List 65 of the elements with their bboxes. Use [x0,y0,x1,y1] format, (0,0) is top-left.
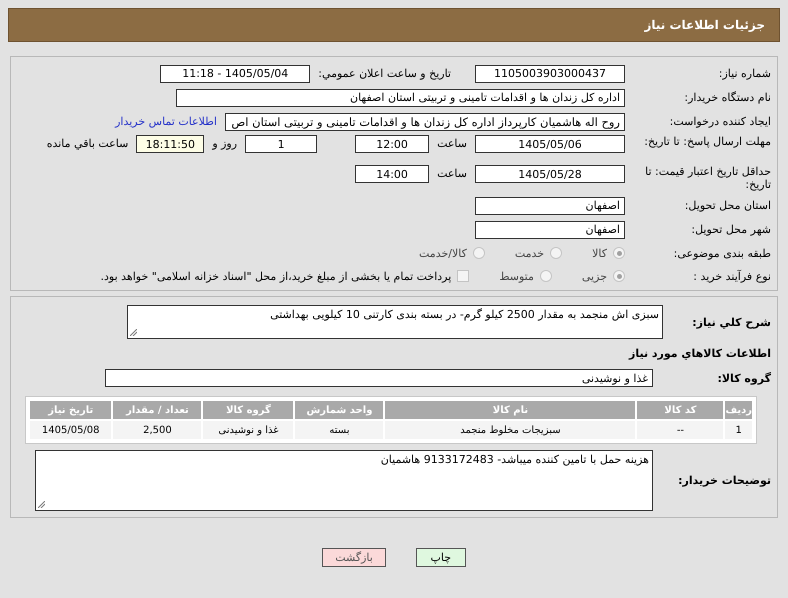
option-label: خدمت [514,246,544,260]
radio-button[interactable] [613,247,625,259]
goods-group-field: غذا و نوشیدنی [105,369,653,387]
column-header: تعداد / مقدار [113,401,202,419]
option-label: کالا/خدمت [419,246,467,260]
table-cell: 1 [725,421,752,439]
column-header: ردیف [725,401,752,419]
field-label: ایجاد کننده درخواست: [668,115,771,128]
field-label: تاریخ و ساعت اعلان عمومي: [318,67,451,80]
field-label: روز و [212,137,238,150]
radio-button[interactable] [472,247,485,259]
buyer-contact-link[interactable]: اطلاعات تماس خریدار [115,115,217,128]
field-label: طبقه بندی موضوعی: [672,246,771,260]
table-cell: بسته [295,421,384,439]
announce-date-field: 1405/05/04 - 11:18 [160,64,310,82]
validity-time-field: 14:00 [355,165,430,183]
table-cell: 1405/05/08 [30,421,112,439]
field-label: گروه کالا: [716,372,771,384]
checkbox[interactable] [457,270,470,282]
table-cell: غذا و نوشیدنی [203,421,294,439]
table-cell: 2,500 [113,421,202,439]
page-title: جزئیات اطلاعات نیاز [644,18,765,32]
field-label: ساعت [437,137,467,150]
field-label: حداقل تاریخ اعتبار قیمت: تا تاریخ: [644,165,771,191]
requester-field: روح اله هاشمیان کارپرداز اداره کل زندان ها و اقدامات تامینی و تربیتی استان اص [225,112,625,130]
field-label: ساعت [437,167,467,180]
column-header: کد کالا [637,401,724,419]
table-cell: -- [637,421,724,439]
radio-button[interactable] [613,270,625,282]
field-label: توضیحات خریدار: [677,474,771,486]
field-label: شماره نیاز: [718,67,771,80]
province-field: اصفهان [475,196,625,214]
summary-field: سبزی اش منجمد به مقدار 2500 کیلو گرم- در بسته بندی کارتنی 10 کیلویی بهداشتی [127,305,663,339]
field-label: نوع فرآیند خرید : [692,270,771,282]
validity-date-field: 1405/05/28 [475,165,625,183]
buyer-notes-field: هزینه حمل با تامین کننده میباشد- 9133172483 هاشمیان [35,450,653,510]
print-button[interactable]: چاپ [416,548,466,567]
column-header: واحد شمارش [295,401,384,419]
column-header: گروه کالا [203,401,294,419]
field-label: مهلت ارسال پاسخ: تا تاریخ: [643,135,771,148]
radio-button[interactable] [550,247,562,259]
field-label: استان محل تحویل: [684,199,771,212]
need-number-field: 1105003903000437 [475,64,625,82]
deadline-date-field: 1405/05/06 [475,135,625,153]
column-header: تاریخ نیاز [30,401,112,419]
city-field: اصفهان [475,220,625,238]
resize-grip-icon [38,500,45,508]
resize-grip-icon [130,329,137,336]
field-label: ساعت باقي مانده [46,137,128,150]
section-heading: اطلاعات کالاهاي مورد نیاز [629,346,771,360]
back-button[interactable]: بازگشت [322,548,386,567]
option-label: جزیی [582,270,607,282]
option-label: متوسط [499,270,534,282]
radio-button[interactable] [540,270,552,282]
field-label: نام دستگاه خریدار: [683,91,771,104]
remaining-time-field: 18:11:50 [136,135,204,153]
checkbox-label: پرداخت تمام یا بخشی از مبلغ خرید،از محل "اسناد خزانه اسلامی" خواهد بود. [100,270,452,282]
buyer-name-field: اداره کل زندان ها و اقدامات تامینی و تربیتی استان اصفهان [176,88,625,106]
table-cell: سبزیجات مخلوط منجمد [385,421,636,439]
column-header: نام کالا [385,401,636,419]
field-label: شرح کلي نیاز: [691,316,771,328]
field-label: شهر محل تحویل: [690,223,771,236]
deadline-time-field: 12:00 [355,135,430,153]
days-field: 1 [245,135,318,153]
option-label: کالا [592,246,607,260]
